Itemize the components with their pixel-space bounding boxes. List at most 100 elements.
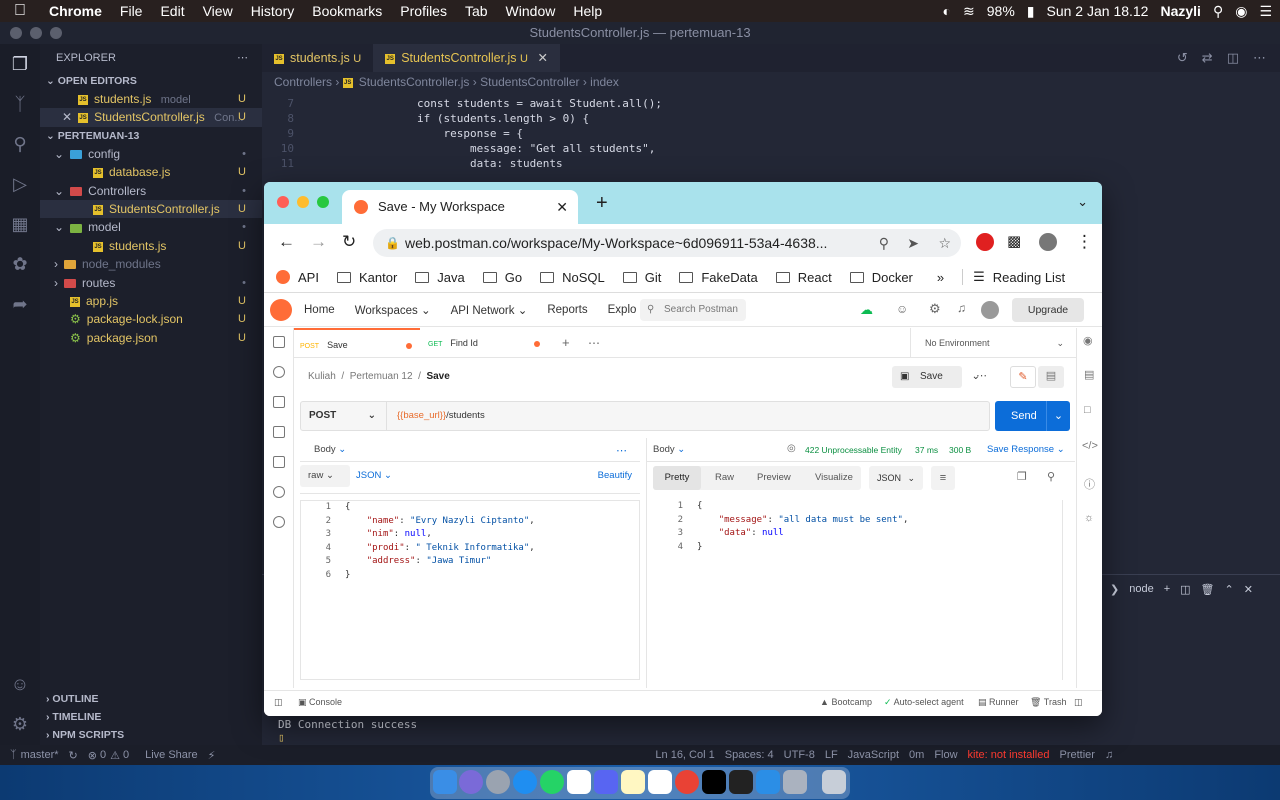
close-icon[interactable]: ✕ bbox=[62, 110, 72, 124]
open-editor-item[interactable]: ✕ JS StudentsController.js Con... U bbox=[40, 108, 262, 127]
history-icon[interactable]: ↺ bbox=[1177, 50, 1188, 66]
cursor-position[interactable]: Ln 16, Col 1 bbox=[655, 749, 714, 761]
encoding[interactable]: UTF-8 bbox=[784, 749, 815, 761]
profile-avatar[interactable] bbox=[1039, 233, 1057, 251]
source-control-icon[interactable]: ᛉ bbox=[8, 94, 32, 118]
body-select[interactable]: Body ⌄ bbox=[314, 444, 346, 455]
plug-icon[interactable]: ⚡ bbox=[208, 749, 216, 762]
kite-status[interactable]: kite: not installed bbox=[968, 749, 1050, 761]
vpn-icon[interactable]: ◐ bbox=[943, 3, 951, 19]
collections-icon[interactable] bbox=[273, 336, 285, 348]
spotlight-search-icon[interactable]: ⚲ bbox=[1213, 3, 1223, 20]
sync-icon[interactable]: ↻ bbox=[69, 749, 78, 762]
breadcrumb-item[interactable]: Kuliah bbox=[308, 371, 336, 382]
raw-select[interactable]: raw ⌄ bbox=[300, 465, 350, 487]
method-select[interactable]: POST ⌄ bbox=[301, 402, 387, 430]
settings-gear-icon[interactable]: ⚙ bbox=[8, 714, 32, 738]
flows-icon[interactable] bbox=[273, 486, 285, 498]
open-editor-item[interactable]: JS students.js model U bbox=[40, 90, 262, 108]
menu-app-name[interactable]: Chrome bbox=[40, 3, 111, 19]
bookmark-folder[interactable]: React bbox=[775, 270, 832, 285]
npm-scripts-header[interactable]: › NPM SCRIPTS bbox=[40, 726, 262, 744]
nav-reports[interactable]: Reports bbox=[547, 304, 587, 316]
chevron-down-icon[interactable]: ⌄ bbox=[1046, 401, 1070, 431]
bookmark-folder[interactable]: Git bbox=[622, 270, 661, 285]
flow-status[interactable]: Flow bbox=[934, 749, 957, 761]
apple-icon[interactable]:  bbox=[0, 2, 40, 20]
launchpad-icon[interactable] bbox=[486, 770, 510, 794]
file-tree-item[interactable]: JS students.js U bbox=[40, 237, 262, 255]
request-body-editor[interactable]: 1{2 "name": "Evry Nazyli Ciptanto", 3 "ni… bbox=[300, 500, 640, 680]
menu-file[interactable]: File bbox=[111, 3, 152, 19]
environments-icon[interactable] bbox=[273, 396, 285, 408]
view-preview[interactable]: Preview bbox=[757, 466, 791, 490]
notes-icon[interactable] bbox=[621, 770, 645, 794]
finder-icon[interactable] bbox=[433, 770, 457, 794]
vscode-icon[interactable] bbox=[756, 770, 780, 794]
view-raw[interactable]: Raw bbox=[715, 466, 734, 490]
terminal-output[interactable]: DB Connection success ▯ bbox=[278, 718, 417, 744]
bookmark-folder[interactable]: Kantor bbox=[336, 270, 397, 285]
menu-view[interactable]: View bbox=[194, 3, 242, 19]
terminal-name[interactable]: node bbox=[1129, 583, 1153, 595]
calendar-icon[interactable] bbox=[648, 770, 672, 794]
window-close-icon[interactable] bbox=[277, 196, 289, 208]
bookmark-folder[interactable]: Go bbox=[482, 270, 522, 285]
trash-bin-icon[interactable] bbox=[822, 770, 846, 794]
file-tree-item[interactable]: › routes • bbox=[40, 274, 262, 292]
close-icon[interactable]: ✕ bbox=[1244, 583, 1253, 596]
address-bar[interactable]: 🔒 web.postman.co/workspace/My-Workspace~… bbox=[373, 229, 961, 257]
beautify-button[interactable]: Beautify bbox=[598, 470, 632, 481]
file-tree-item[interactable]: › node_modules bbox=[40, 255, 262, 273]
bookmark-api[interactable]: API bbox=[276, 270, 319, 285]
chrome-menu-icon[interactable]: ⋮ bbox=[1076, 232, 1093, 252]
indent-setting[interactable]: Spaces: 4 bbox=[725, 749, 774, 761]
nav-explore[interactable]: Explo bbox=[608, 304, 637, 316]
menu-tab[interactable]: Tab bbox=[456, 3, 497, 19]
back-arrow-icon[interactable]: ← bbox=[278, 232, 295, 252]
whatsapp-icon[interactable] bbox=[540, 770, 564, 794]
nav-workspaces[interactable]: Workspaces ⌄ bbox=[355, 303, 431, 317]
extensions-puzzle-icon[interactable]: ▩ bbox=[1007, 232, 1021, 250]
agent-select[interactable]: ✓ Auto-select agent bbox=[884, 697, 964, 708]
forward-arrow-icon[interactable]: → bbox=[310, 232, 327, 252]
more-actions-icon[interactable]: ⋯ bbox=[237, 44, 248, 72]
bookmark-folder[interactable]: NoSQL bbox=[540, 270, 605, 285]
file-tree-item[interactable]: ⌄ config • bbox=[40, 145, 262, 163]
request-tab[interactable]: GET Find Id bbox=[422, 328, 548, 358]
code-icon[interactable]: </> bbox=[1082, 440, 1098, 452]
split-editor-icon[interactable]: ◫ bbox=[1227, 50, 1239, 66]
file-tree-item[interactable]: JS app.js U bbox=[40, 292, 262, 310]
reload-icon[interactable]: ↻ bbox=[342, 232, 356, 252]
menu-edit[interactable]: Edit bbox=[151, 3, 193, 19]
eol[interactable]: LF bbox=[825, 749, 838, 761]
terminal-app-icon[interactable] bbox=[729, 770, 753, 794]
bookmarks-overflow-icon[interactable]: » bbox=[937, 270, 944, 285]
bookmark-star-icon[interactable]: ☆ bbox=[938, 229, 951, 257]
comments-icon[interactable]: □ bbox=[1084, 404, 1091, 416]
window-zoom-icon[interactable] bbox=[317, 196, 329, 208]
user-avatar[interactable] bbox=[981, 301, 999, 319]
upgrade-button[interactable]: Upgrade bbox=[1012, 298, 1084, 322]
info-icon[interactable]: ⓘ bbox=[1084, 476, 1095, 492]
nav-home[interactable]: Home bbox=[304, 304, 335, 316]
new-tab-icon[interactable]: + bbox=[562, 335, 570, 350]
close-tab-icon[interactable]: ✕ bbox=[537, 51, 547, 65]
zoom-search-icon[interactable]: ⚲ bbox=[872, 229, 889, 257]
environment-select[interactable]: No Environment ⌄ bbox=[910, 328, 1076, 358]
file-tree-item[interactable]: ⌄ Controllers • bbox=[40, 182, 262, 200]
intellij-icon[interactable] bbox=[702, 770, 726, 794]
postman-search-input[interactable]: ⚲ Search Postman bbox=[640, 299, 746, 321]
copy-icon[interactable]: ❐ bbox=[1017, 470, 1027, 483]
chrome-icon[interactable] bbox=[675, 770, 699, 794]
mock-servers-icon[interactable] bbox=[273, 426, 285, 438]
monitors-icon[interactable] bbox=[273, 456, 285, 468]
editor-tab-active[interactable]: JS StudentsController.js U ✕ bbox=[373, 44, 560, 72]
tab-search-chevron-icon[interactable]: ⌄ bbox=[1077, 194, 1088, 210]
breadcrumb-item[interactable]: StudentsController bbox=[480, 75, 579, 89]
view-visualize[interactable]: Visualize bbox=[815, 466, 853, 490]
send-button[interactable]: Send ⌄ bbox=[995, 401, 1070, 431]
wifi-icon[interactable]: ≋ bbox=[963, 3, 975, 20]
response-body-select[interactable]: Body ⌄ bbox=[653, 444, 685, 455]
response-status[interactable]: 422 Unprocessable Entity bbox=[805, 445, 902, 455]
